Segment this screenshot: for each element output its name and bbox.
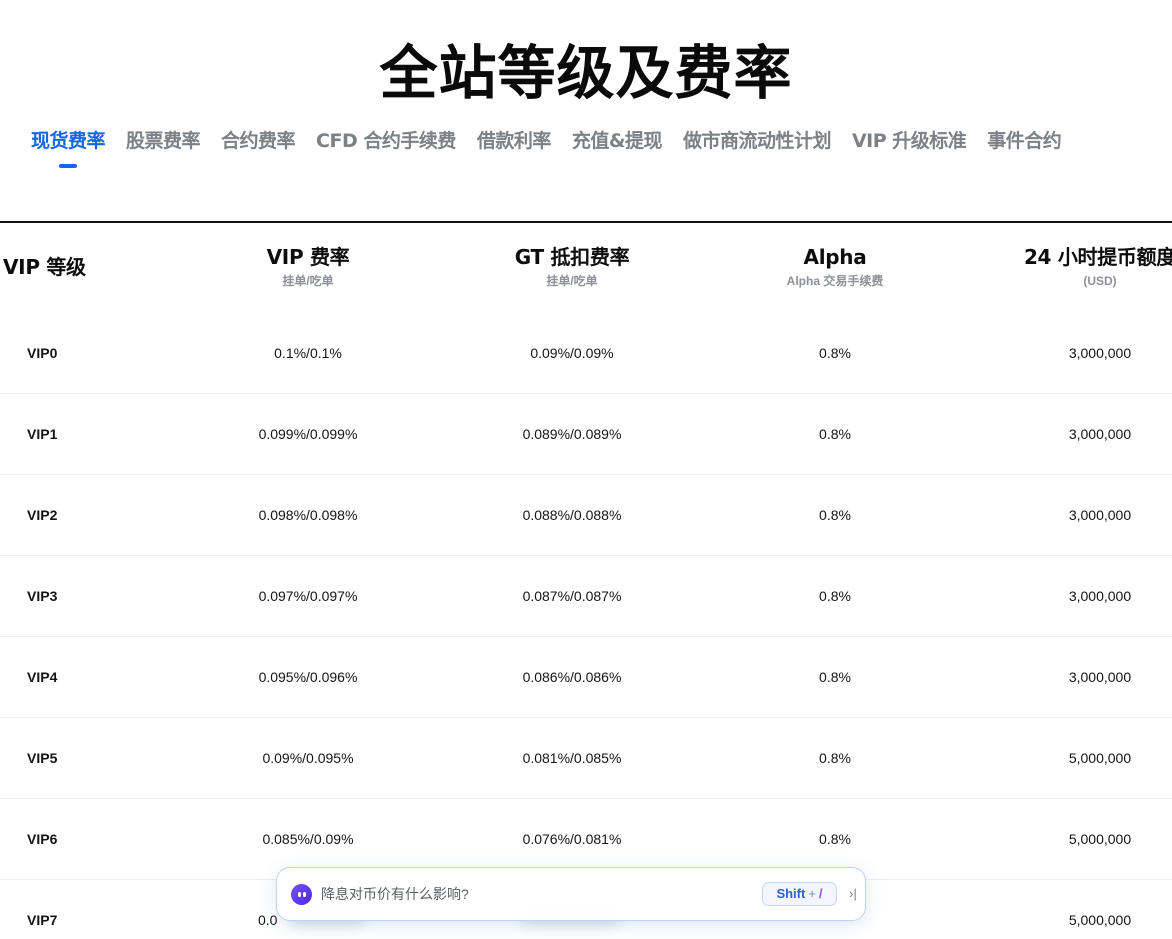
tab-deposit-withdraw[interactable]: 充值&提现 — [571, 124, 663, 160]
tab-stock-fees[interactable]: 股票费率 — [126, 124, 201, 160]
tab-event-contracts[interactable]: 事件合约 — [987, 124, 1062, 160]
header-main: 24 小时提币额度 — [1023, 245, 1172, 269]
cell-alpha-fee: 0.8% — [819, 426, 851, 442]
tab-label: VIP 升级标准 — [851, 130, 967, 152]
cell-gt-fee: 0.088%/0.088% — [522, 507, 622, 523]
tab-market-maker[interactable]: 做市商流动性计划 — [682, 124, 832, 160]
cell-gt-fee: 0.081%/0.085% — [522, 750, 622, 766]
tab-label: 充值&提现 — [571, 130, 663, 152]
cell-gt-fee: 0.09%/0.09% — [530, 345, 614, 361]
cell-withdraw-limit: 5,000,000 — [1068, 831, 1132, 847]
tab-label: 事件合约 — [987, 130, 1062, 152]
cell-withdraw-limit: 3,000,000 — [1068, 507, 1132, 523]
tab-label: 借款利率 — [476, 130, 552, 152]
shortcut-key-slash: / — [818, 886, 823, 901]
cell-withdraw-limit: 5,000,000 — [1068, 750, 1132, 766]
bot-eye — [303, 892, 306, 897]
cell-vip-level: VIP0 — [27, 345, 58, 361]
cell-alpha-fee: 0.8% — [819, 750, 851, 766]
cell-vip-fee: 0.0 — [258, 912, 278, 928]
shortcut-key-shift: Shift — [776, 886, 806, 901]
table-row: VIP0 0.1%/0.1% 0.09%/0.09% 0.8% 3,000,00… — [0, 313, 1172, 394]
cell-withdraw-limit: 3,000,000 — [1068, 426, 1132, 442]
ask-prompt-text[interactable]: 降息对币价有什么影响? — [321, 868, 469, 920]
cell-withdraw-limit: 3,000,000 — [1068, 345, 1132, 361]
header-sub: (USD) — [1083, 274, 1117, 288]
table-header: VIP 等级 VIP 费率 挂单/吃单 GT 抵扣费率 挂单/吃单 Alpha … — [0, 224, 1172, 314]
cell-vip-level: VIP1 — [27, 426, 58, 442]
cell-gt-fee: 0.089%/0.089% — [522, 426, 622, 442]
fee-table-body: VIP0 0.1%/0.1% 0.09%/0.09% 0.8% 3,000,00… — [0, 313, 1172, 939]
header-alpha: Alpha Alpha 交易手续费 — [735, 242, 935, 289]
table-top-border — [0, 221, 1172, 223]
cell-alpha-fee: 0.8% — [819, 588, 851, 604]
shortcut-plus: + — [808, 886, 816, 901]
cell-vip-level: VIP3 — [27, 588, 58, 604]
table-row: VIP1 0.099%/0.099% 0.089%/0.089% 0.8% 3,… — [0, 394, 1172, 475]
tab-label: 合约费率 — [221, 130, 296, 152]
table-row: VIP3 0.097%/0.097% 0.087%/0.087% 0.8% 3,… — [0, 556, 1172, 637]
page-title: 全站等级及费率 — [379, 39, 793, 107]
tab-borrow-rates[interactable]: 借款利率 — [476, 124, 552, 160]
header-gt-fee: GT 抵扣费率 挂单/吃单 — [472, 242, 672, 289]
header-withdraw-limit: 24 小时提币额度 (USD) — [1000, 242, 1172, 289]
table-row: VIP4 0.095%/0.096% 0.086%/0.086% 0.8% 3,… — [0, 637, 1172, 718]
cell-vip-level: VIP2 — [27, 507, 58, 523]
cell-vip-fee: 0.099%/0.099% — [258, 426, 358, 442]
cell-vip-level: VIP5 — [27, 750, 58, 766]
cell-vip-level: VIP4 — [27, 669, 58, 685]
cell-vip-fee: 0.097%/0.097% — [258, 588, 358, 604]
collapse-icon[interactable]: ›| — [846, 883, 860, 905]
cell-vip-level: VIP6 — [27, 831, 58, 847]
keyboard-shortcut-badge: Shift + / — [762, 882, 837, 906]
header-main: GT 抵扣费率 — [514, 245, 630, 269]
tab-label: 做市商流动性计划 — [682, 130, 832, 152]
table-row: VIP2 0.098%/0.098% 0.088%/0.088% 0.8% 3,… — [0, 475, 1172, 556]
header-sub: Alpha 交易手续费 — [786, 274, 884, 288]
tab-cfd-fees[interactable]: CFD 合约手续费 — [316, 124, 456, 160]
fee-schedule-page: 全站等级及费率 现货费率 股票费率 合约费率 CFD 合约手续费 借款利率 充值… — [0, 0, 1172, 939]
active-tab-indicator — [59, 164, 77, 168]
table-row: VIP5 0.09%/0.095% 0.081%/0.085% 0.8% 5,0… — [0, 718, 1172, 799]
cell-alpha-fee: 0.8% — [819, 669, 851, 685]
assistant-bot-icon — [291, 884, 312, 905]
header-vip-level: VIP 等级 — [3, 255, 86, 279]
header-sub: 挂单/吃单 — [546, 274, 598, 288]
cell-vip-fee: 0.1%/0.1% — [274, 345, 342, 361]
tab-vip-upgrade[interactable]: VIP 升级标准 — [851, 124, 967, 160]
header-sub: 挂单/吃单 — [282, 274, 334, 288]
ai-ask-bar[interactable]: 降息对币价有什么影响? Shift + / ›| — [276, 867, 866, 921]
cell-withdraw-limit: 5,000,000 — [1068, 912, 1132, 928]
tab-futures-fees[interactable]: 合约费率 — [221, 124, 296, 160]
tab-spot-fees[interactable]: 现货费率 — [31, 124, 106, 168]
cell-vip-fee: 0.098%/0.098% — [258, 507, 358, 523]
cell-gt-fee: 0.086%/0.086% — [522, 669, 622, 685]
cell-alpha-fee: 0.8% — [819, 345, 851, 361]
cell-withdraw-limit: 3,000,000 — [1068, 669, 1132, 685]
tab-label: 股票费率 — [126, 130, 201, 152]
header-main: Alpha — [803, 245, 867, 269]
cell-gt-fee: 0.087%/0.087% — [522, 588, 622, 604]
cell-vip-fee: 0.09%/0.095% — [262, 750, 354, 766]
header-vip-fee: VIP 费率 挂单/吃单 — [208, 242, 408, 289]
cell-vip-fee: 0.095%/0.096% — [258, 669, 358, 685]
tab-label: CFD 合约手续费 — [316, 130, 456, 152]
header-main: VIP 费率 — [266, 245, 350, 269]
cell-alpha-fee: 0.8% — [819, 507, 851, 523]
bot-eye — [298, 892, 301, 897]
tab-label: 现货费率 — [31, 130, 106, 152]
cell-withdraw-limit: 3,000,000 — [1068, 588, 1132, 604]
cell-vip-level: VIP7 — [27, 912, 58, 928]
fee-tabs: 现货费率 股票费率 合约费率 CFD 合约手续费 借款利率 充值&提现 做市商流… — [31, 124, 1062, 168]
